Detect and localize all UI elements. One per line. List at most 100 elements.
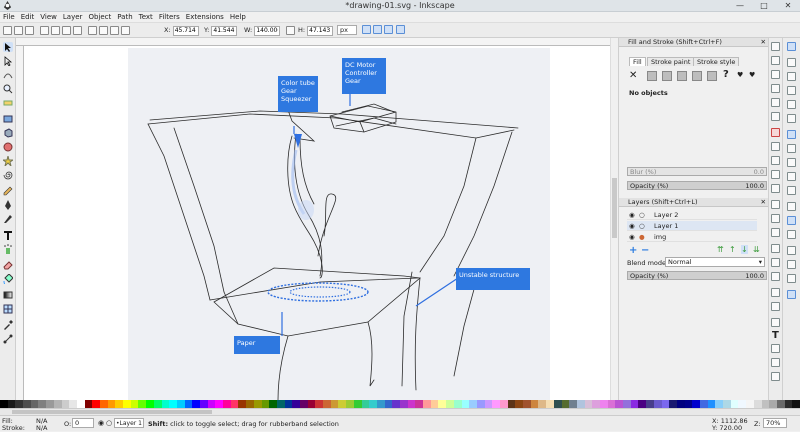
remove-layer-icon[interactable]: − [641,245,649,256]
scrollbar-thumb[interactable] [612,178,617,238]
measure-tool-icon[interactable] [3,98,13,108]
zoom-tool-icon[interactable] [3,84,13,94]
menu-help[interactable]: Help [227,12,249,23]
dropper-tool-icon[interactable] [3,320,13,330]
eye-icon[interactable]: ◉ [629,221,635,231]
menu-edit[interactable]: Edit [18,12,38,23]
rotate-ccw-icon[interactable] [39,26,49,35]
maximize-button[interactable]: □ [752,0,776,11]
layers-close-icon[interactable]: ✕ [761,198,766,207]
close-button[interactable]: ✕ [776,0,800,11]
palette-scroll-thumb[interactable] [12,410,212,414]
color-swatch[interactable] [792,400,800,408]
drawing-canvas[interactable]: Color tube Gear Squeezer DC Motor Contro… [24,46,610,400]
ungroup-icon[interactable] [771,302,780,311]
lower-layer-bottom-icon[interactable]: ⇊ [753,245,760,254]
layer-row[interactable]: ◉ ● img [627,232,757,242]
flat-color-icon[interactable] [647,71,657,81]
mesh-gradient-icon[interactable] [692,71,702,81]
width-field[interactable]: W: [244,25,281,36]
new-document-icon[interactable] [771,42,780,51]
zoom-drawing-icon[interactable] [771,214,780,223]
fill-rule-nonzero-icon[interactable]: ♥ [749,71,755,79]
open-document-icon[interactable] [771,56,780,65]
height-field[interactable]: H: [298,25,334,36]
menu-view[interactable]: View [37,12,60,23]
add-layer-icon[interactable]: + [629,245,637,256]
unit-select[interactable]: px [337,25,357,36]
raise-layer-top-icon[interactable]: ⇈ [717,245,724,254]
menu-path[interactable]: Path [114,12,135,23]
deselect-icon[interactable] [25,26,35,35]
snap-bbox-midpoint-icon[interactable] [787,100,796,109]
mesh-tool-icon[interactable] [3,304,13,314]
snap-centers-icon[interactable] [787,216,796,225]
layer-lock-icon[interactable]: ○ [106,419,112,427]
pencil-tool-icon[interactable] [3,186,13,196]
flip-vertical-icon[interactable] [73,26,83,35]
transform-gradients-icon[interactable] [384,25,394,34]
radial-gradient-icon[interactable] [677,71,687,81]
node-tool-icon[interactable] [3,56,13,67]
snap-smooth-nodes-icon[interactable] [787,186,796,195]
redo-icon[interactable] [771,142,780,151]
gradient-tool-icon[interactable] [3,290,13,300]
align-distribute-icon[interactable] [771,358,780,367]
snap-grid-icon[interactable] [787,274,796,283]
text-tool-icon[interactable] [3,230,13,240]
scale-corners-icon[interactable] [373,25,383,34]
import-icon[interactable] [771,98,780,107]
spiral-tool-icon[interactable] [3,170,13,180]
snap-text-baseline-icon[interactable] [787,246,796,255]
undo-icon[interactable] [771,128,780,137]
spray-tool-icon[interactable] [3,244,13,254]
group-icon[interactable] [771,288,780,297]
layers-panel-header[interactable]: Layers (Shift+Ctrl+L) ✕ [619,198,769,207]
fill-stroke-dialog-icon[interactable] [771,318,780,327]
selector-tool-icon[interactable] [3,42,13,52]
raise-icon[interactable] [98,26,108,35]
paste-icon[interactable] [771,184,780,193]
menu-filters[interactable]: Filters [156,12,183,23]
raise-layer-icon[interactable]: ↑ [729,245,736,254]
layer-row[interactable]: ◉ ○ Layer 2 [627,210,757,220]
fill-rule-evenodd-icon[interactable]: ♥ [737,71,743,79]
fill-stroke-panel-header[interactable]: Fill and Stroke (Shift+Ctrl+F) ✕ [619,38,769,47]
tweak-tool-icon[interactable] [3,70,13,80]
snap-bbox-corner-icon[interactable] [787,86,796,95]
copy-icon[interactable] [771,156,780,165]
pen-tool-icon[interactable] [3,200,13,210]
snap-bbox-edge-icon[interactable] [787,72,796,81]
ellipse-tool-icon[interactable] [3,142,13,152]
snap-bbox-icon[interactable] [787,58,796,67]
menu-text[interactable]: Text [136,12,156,23]
menu-file[interactable]: File [0,12,18,23]
snap-cusp-nodes-icon[interactable] [787,172,796,181]
lower-layer-icon[interactable]: ↓ [741,245,748,254]
no-paint-icon[interactable]: ✕ [629,70,637,81]
lower-to-bottom-icon[interactable] [121,26,131,35]
snap-intersections-icon[interactable] [787,158,796,167]
raise-to-top-icon[interactable] [87,26,97,35]
eye-icon[interactable]: ◉ [629,210,635,220]
3d-box-tool-icon[interactable] [3,128,13,138]
tab-stroke-style[interactable]: Stroke style [693,57,740,66]
rotate-cw-icon[interactable] [50,26,60,35]
preferences-icon[interactable] [771,372,780,381]
snap-rotation-center-icon[interactable] [787,230,796,239]
export-icon[interactable] [771,112,780,121]
y-input[interactable] [211,25,238,36]
transform-patterns-icon[interactable] [395,25,405,34]
text-font-dialog-icon[interactable]: T [772,330,779,341]
unlink-clone-icon[interactable] [771,272,780,281]
zoom-field[interactable]: 70% [763,418,787,428]
cut-icon[interactable] [771,170,780,179]
vertical-ruler[interactable] [16,46,24,400]
panel-close-icon[interactable]: ✕ [761,38,766,47]
h-input[interactable] [307,25,334,36]
current-layer-select[interactable]: •Layer 1 [114,418,144,428]
y-coordinate-field[interactable]: Y: [204,25,238,36]
opacity-slider[interactable]: Opacity (%) 100.0 [627,181,767,190]
pattern-icon[interactable] [707,71,717,81]
x-coordinate-field[interactable]: X: [164,25,199,36]
